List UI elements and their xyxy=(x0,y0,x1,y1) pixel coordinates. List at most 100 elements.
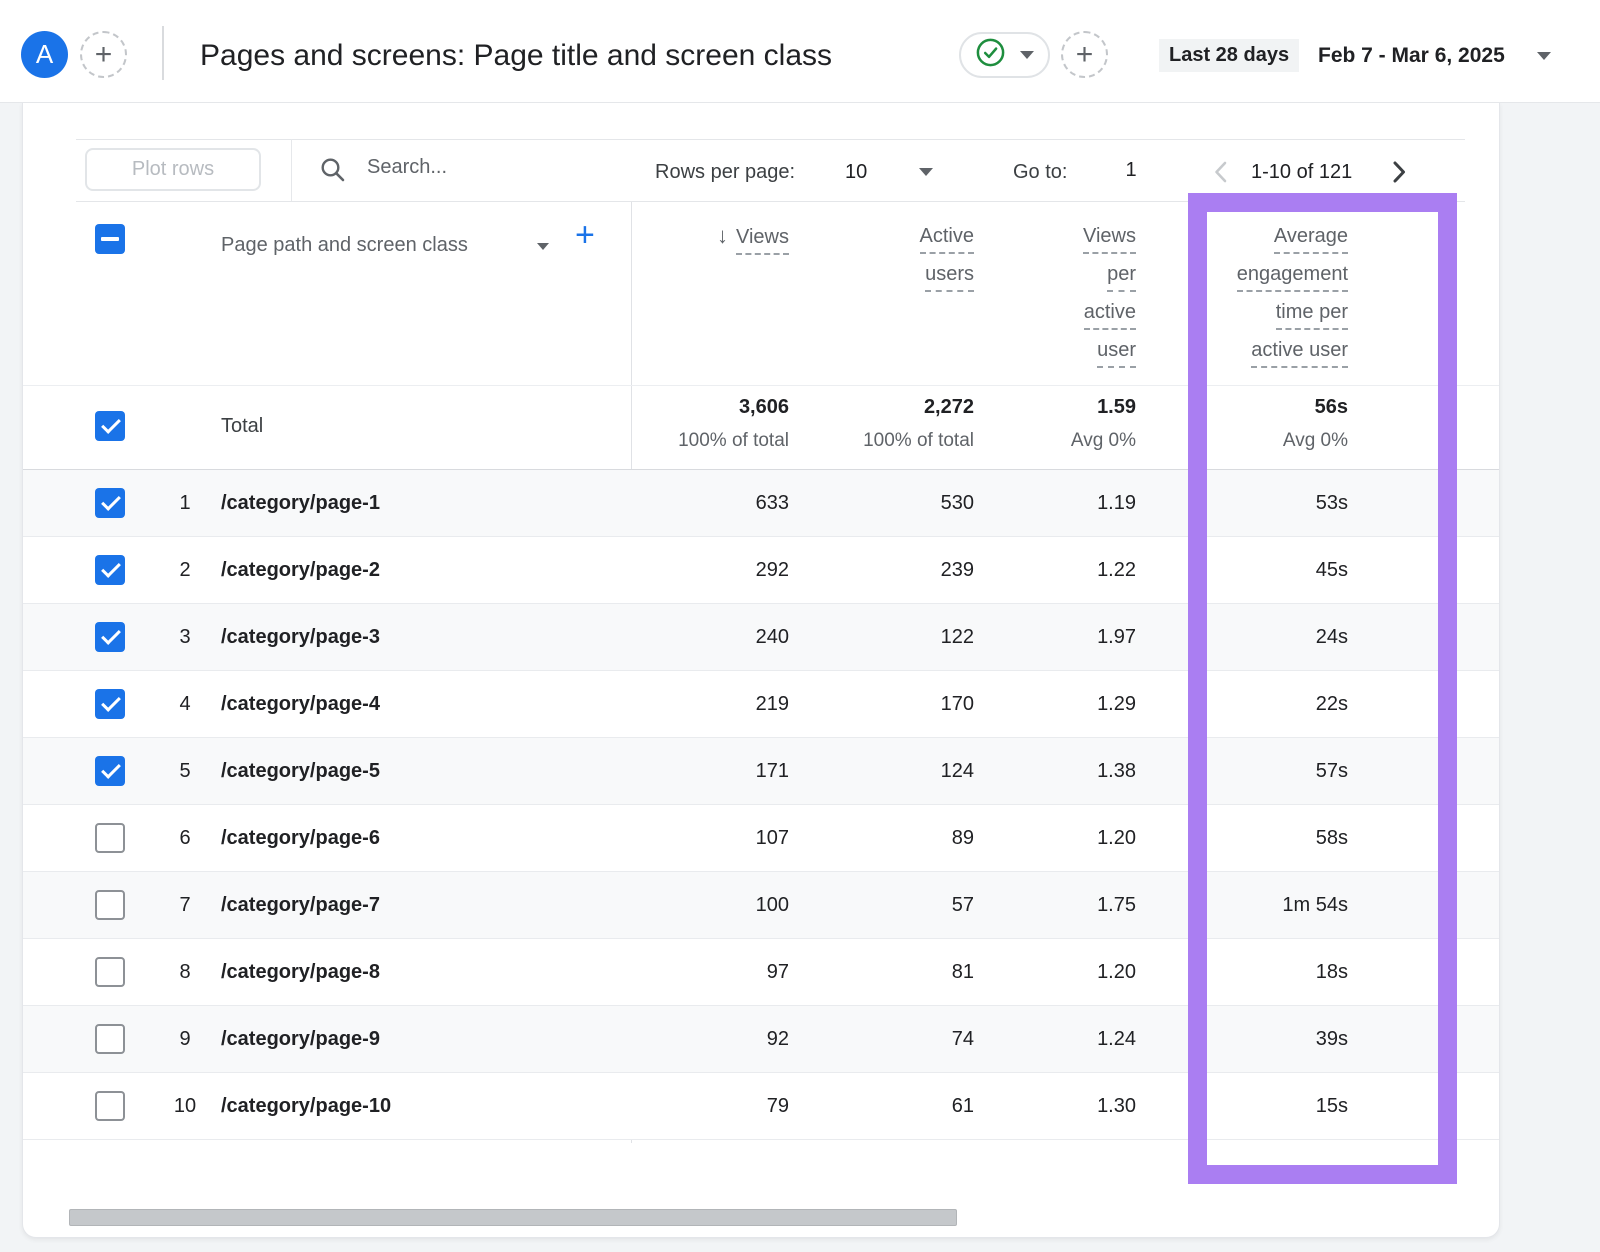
search-input[interactable] xyxy=(367,156,617,179)
page-path: /category/page-5 xyxy=(221,738,380,805)
row-checkbox[interactable] xyxy=(95,957,125,987)
row-checkbox[interactable] xyxy=(95,890,125,920)
active-users-value: 124 xyxy=(941,738,974,805)
active-users-value: 57 xyxy=(952,872,974,939)
row-index: 5 xyxy=(161,738,209,805)
previous-page-button[interactable] xyxy=(1209,159,1235,190)
total-views-per-active-user: 1.59 xyxy=(1071,394,1136,420)
add-report-button[interactable]: + xyxy=(1061,31,1108,78)
search-icon xyxy=(319,156,347,189)
go-to-page-input[interactable] xyxy=(1109,159,1153,182)
row-checkbox[interactable] xyxy=(95,823,125,853)
active-users-value: 61 xyxy=(952,1073,974,1140)
views-per-active-user-value: 1.24 xyxy=(1097,1006,1136,1073)
column-header-views-per-active-user[interactable]: Views per active user xyxy=(1083,223,1136,375)
page-path: /category/page-3 xyxy=(221,604,380,671)
page-path: /category/page-2 xyxy=(221,537,380,604)
page-path: /category/page-6 xyxy=(221,805,380,872)
rows-per-page-label: Rows per page: xyxy=(655,161,795,184)
active-users-value: 74 xyxy=(952,1006,974,1073)
views-per-active-user-value: 1.38 xyxy=(1097,738,1136,805)
views-value: 79 xyxy=(767,1073,789,1140)
views-value: 219 xyxy=(756,671,789,738)
row-checkbox[interactable] xyxy=(95,756,125,786)
plus-icon: + xyxy=(95,40,113,70)
views-per-active-user-value: 1.29 xyxy=(1097,671,1136,738)
views-per-active-user-value: 1.75 xyxy=(1097,872,1136,939)
avatar[interactable]: A xyxy=(21,31,68,78)
rows-per-page-caret-icon[interactable] xyxy=(919,168,933,176)
views-per-active-user-value: 1.19 xyxy=(1097,470,1136,537)
active-users-value: 170 xyxy=(941,671,974,738)
row-index: 8 xyxy=(161,939,209,1006)
row-checkbox[interactable] xyxy=(95,555,125,585)
views-value: 240 xyxy=(756,604,789,671)
row-index: 6 xyxy=(161,805,209,872)
views-per-active-user-value: 1.97 xyxy=(1097,604,1136,671)
active-users-value: 89 xyxy=(952,805,974,872)
pagination-range: 1-10 of 121 xyxy=(1251,161,1352,184)
dimension-column-header[interactable]: Page path and screen class xyxy=(221,234,468,257)
total-views: 3,606 xyxy=(678,394,789,420)
row-index: 9 xyxy=(161,1006,209,1073)
active-users-value: 239 xyxy=(941,537,974,604)
active-users-value: 530 xyxy=(941,470,974,537)
row-index: 2 xyxy=(161,537,209,604)
total-active-users: 2,272 xyxy=(863,394,974,420)
page-path: /category/page-9 xyxy=(221,1006,380,1073)
date-range-preset[interactable]: Last 28 days xyxy=(1159,39,1299,72)
add-comparison-button[interactable]: + xyxy=(80,31,127,78)
row-index: 3 xyxy=(161,604,209,671)
row-checkbox[interactable] xyxy=(95,622,125,652)
views-value: 100 xyxy=(756,872,789,939)
page-title: Pages and screens: Page title and screen… xyxy=(200,36,832,76)
column-header-active-users[interactable]: Active users xyxy=(920,223,974,299)
row-checkbox[interactable] xyxy=(95,689,125,719)
active-users-value: 81 xyxy=(952,939,974,1006)
views-value: 171 xyxy=(756,738,789,805)
date-range-caret-icon[interactable] xyxy=(1537,52,1551,60)
chevron-down-icon xyxy=(1020,51,1034,59)
row-index: 10 xyxy=(161,1073,209,1140)
views-value: 97 xyxy=(767,939,789,1006)
page: { "colors": { "accent_blue": "#1a73e8", … xyxy=(0,0,1600,1252)
total-vpau-sub: Avg 0% xyxy=(1071,428,1136,454)
add-dimension-button[interactable]: + xyxy=(575,216,595,255)
total-checkbox[interactable] xyxy=(95,411,125,441)
check-circle-icon xyxy=(975,37,1006,73)
row-index: 4 xyxy=(161,671,209,738)
column-header-views[interactable]: ↓Views xyxy=(717,223,789,262)
views-value: 92 xyxy=(767,1006,789,1073)
views-per-active-user-value: 1.30 xyxy=(1097,1073,1136,1140)
date-range-value[interactable]: Feb 7 - Mar 6, 2025 xyxy=(1318,44,1505,68)
row-checkbox[interactable] xyxy=(95,488,125,518)
next-page-button[interactable] xyxy=(1385,159,1411,190)
plus-icon: + xyxy=(1076,40,1094,70)
divider xyxy=(291,139,292,201)
highlight-annotation-box xyxy=(1188,193,1457,1184)
views-per-active-user-value: 1.22 xyxy=(1097,537,1136,604)
total-views-sub: 100% of total xyxy=(678,428,789,454)
row-index: 7 xyxy=(161,872,209,939)
views-value: 633 xyxy=(756,470,789,537)
views-value: 107 xyxy=(756,805,789,872)
top-bar: A + Pages and screens: Page title and sc… xyxy=(0,0,1600,103)
select-all-checkbox[interactable] xyxy=(95,224,125,254)
header-divider xyxy=(162,26,164,80)
horizontal-scrollbar-thumb[interactable] xyxy=(69,1209,957,1226)
report-status-badge[interactable] xyxy=(959,32,1050,78)
divider xyxy=(76,139,1465,140)
page-path: /category/page-10 xyxy=(221,1073,391,1140)
row-checkbox[interactable] xyxy=(95,1024,125,1054)
page-path: /category/page-8 xyxy=(221,939,380,1006)
go-to-label: Go to: xyxy=(1013,161,1067,184)
row-checkbox[interactable] xyxy=(95,1091,125,1121)
dimension-caret-icon[interactable] xyxy=(537,243,549,250)
plot-rows-button[interactable]: Plot rows xyxy=(85,148,261,191)
rows-per-page-select[interactable]: 10 xyxy=(845,161,867,184)
sort-desc-icon: ↓ xyxy=(717,223,728,248)
total-active-users-sub: 100% of total xyxy=(863,428,974,454)
total-label: Total xyxy=(221,415,263,438)
page-path: /category/page-4 xyxy=(221,671,380,738)
active-users-value: 122 xyxy=(941,604,974,671)
